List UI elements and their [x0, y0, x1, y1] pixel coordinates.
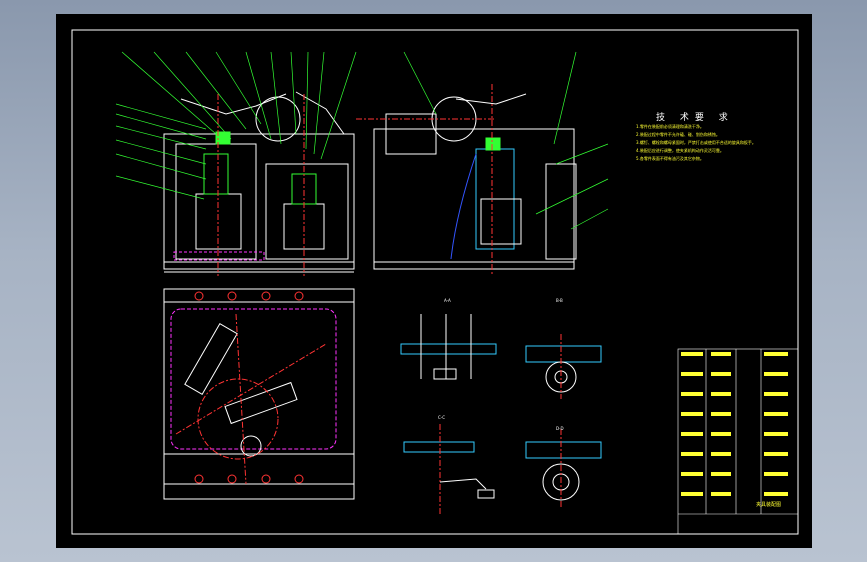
tech-line-4: 4.装配后应进行调整，使夹紧机构动作灵活可靠。	[636, 148, 724, 153]
technical-requirements: 技 术要 求 1.零件在装配前必须清理和清洗干净。 2.装配过程中零件不允许磕、…	[636, 110, 786, 163]
section-d-d	[525, 429, 602, 509]
tech-line-1: 1.零件在装配前必须清理和清洗干净。	[636, 124, 704, 129]
section-label-a: A-A	[444, 298, 451, 303]
assembly-drawing: A-A B-B C-C D-D	[71, 29, 799, 535]
section-label-b: B-B	[556, 298, 563, 303]
front-view-leaders	[115, 51, 357, 200]
title-block-name: 夹具装配图	[756, 502, 782, 508]
cad-viewport[interactable]: A-A B-B C-C D-D 技 术要 求 1.零件在装配前必须清理和清洗干净…	[56, 14, 812, 548]
front-view	[163, 91, 355, 276]
top-view	[163, 288, 355, 500]
parts-list-entries	[681, 352, 788, 496]
drawing-border	[71, 29, 799, 535]
section-c-c	[403, 424, 495, 514]
tech-line-5: 5.各零件表面不得有油污及其它杂物。	[636, 156, 704, 161]
side-view	[356, 51, 609, 276]
section-a-a	[400, 314, 497, 380]
tech-line-3: 3.螺钉、螺栓和螺母紧固时，严禁打击或使用不合适的旋具和扳手。	[636, 140, 756, 145]
section-labels: A-A B-B C-C D-D	[438, 298, 564, 431]
tech-line-2: 2.装配过程中零件不允许磕、碰、划伤和锈蚀。	[636, 132, 720, 137]
tech-requirements-title: 技 术要 求	[656, 113, 734, 123]
section-b-b	[525, 334, 602, 399]
section-label-c: C-C	[438, 415, 445, 420]
section-label-d: D-D	[556, 426, 564, 431]
